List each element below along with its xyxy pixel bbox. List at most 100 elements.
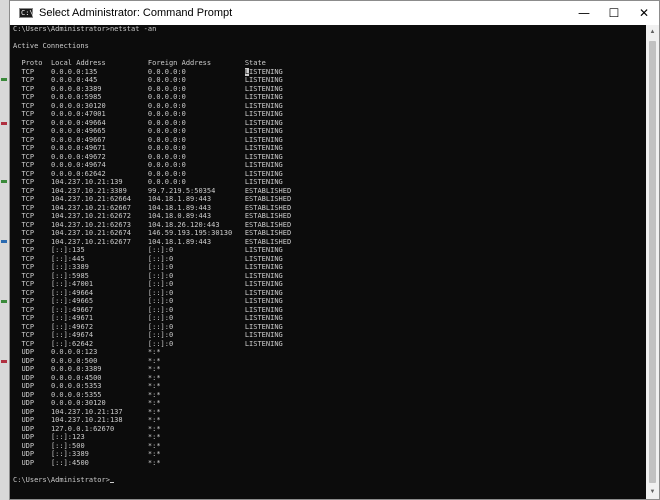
proto-cell: TCP: [21, 186, 51, 195]
app-icon-glyph: C:\: [21, 9, 34, 17]
table-row: TCP [::]:49672 [::]:0 LISTENING: [13, 323, 291, 332]
foreign-address-cell: [::]:0: [147, 314, 245, 322]
table-row: TCP 104.237.10.21:62674 146.59.193.195:3…: [13, 229, 291, 238]
foreign-address-cell: 104.18.0.89:443: [147, 212, 245, 220]
table-row: UDP 0.0.0.0:500 *:*: [13, 357, 291, 366]
vertical-scrollbar[interactable]: ▲ ▼: [646, 25, 659, 499]
state-cell: LISTENING: [244, 101, 283, 110]
proto-cell: UDP: [21, 373, 51, 382]
table-row: TCP 0.0.0.0:30120 0.0.0.0:0 LISTENING: [13, 102, 291, 111]
desktop-fragment: [1, 122, 7, 125]
proto-cell: TCP: [21, 135, 51, 144]
state-cell: LISTENING: [244, 135, 283, 144]
desktop-fragment: [1, 300, 7, 303]
maximize-button[interactable]: ☐: [599, 1, 629, 25]
local-address-cell: [::]:49671: [50, 314, 148, 322]
table-row: TCP 0.0.0.0:445 0.0.0.0:0 LISTENING: [13, 76, 291, 85]
proto-cell: TCP: [21, 178, 51, 186]
proto-cell: TCP: [21, 246, 51, 254]
local-address-cell: [::]:62642: [50, 339, 148, 348]
minimize-button[interactable]: —: [569, 1, 599, 25]
local-address-cell: 0.0.0.0:47001: [50, 110, 148, 118]
state-cell: LISTENING: [244, 314, 283, 322]
proto-cell: UDP: [21, 356, 51, 365]
table-row: TCP [::]:49671 [::]:0 LISTENING: [13, 314, 291, 323]
local-address-cell: 0.0.0.0:49667: [50, 135, 148, 144]
prompt-text: C:\Users\Administrator>: [13, 475, 110, 484]
console-text: C:\Users\Administrator>netstat -an Activ…: [13, 25, 291, 484]
table-row: TCP 0.0.0.0:49664 0.0.0.0:0 LISTENING: [13, 119, 291, 128]
foreign-address-cell: 99.7.219.5:50354: [147, 186, 245, 195]
state-cell: ESTABLISHED: [244, 237, 292, 246]
prompt-text: C:\Users\Administrator>: [13, 25, 110, 33]
command-prompt-icon[interactable]: C:\: [19, 8, 34, 18]
state-cell: LISTENING: [244, 118, 283, 127]
table-row: TCP 104.237.10.21:62667 104.18.1.89:443 …: [13, 204, 291, 213]
foreign-address-cell: *:*: [147, 373, 161, 382]
table-row: TCP [::]:5985 [::]:0 LISTENING: [13, 272, 291, 281]
foreign-address-cell: *:*: [147, 441, 161, 450]
window-controls: — ☐ ✕: [569, 1, 659, 25]
table-row: TCP [::]:445 [::]:0 LISTENING: [13, 255, 291, 264]
state-cell: ESTABLISHED: [244, 212, 292, 220]
proto-cell: TCP: [21, 212, 51, 220]
local-address-cell: [::]:49674: [50, 331, 148, 339]
close-button[interactable]: ✕: [629, 1, 659, 25]
state-cell: LISTENING: [244, 110, 283, 118]
table-row: UDP 0.0.0.0:5353 *:*: [13, 382, 291, 391]
foreign-address-cell: [::]:0: [147, 339, 245, 348]
scrollbar-thumb[interactable]: [649, 41, 656, 483]
local-address-cell: [::]:445: [50, 254, 148, 263]
foreign-address-cell: 0.0.0.0:0: [147, 84, 245, 93]
chevron-down-icon: ▼: [649, 489, 656, 495]
local-address-cell: 104.237.10.21:62664: [50, 195, 148, 203]
window-title: Select Administrator: Command Prompt: [39, 7, 233, 19]
foreign-address-cell: 0.0.0.0:0: [147, 118, 245, 127]
local-address-cell: 0.0.0.0:49672: [50, 152, 148, 161]
foreign-address-cell: [::]:0: [147, 297, 245, 305]
table-row: TCP [::]:49664 [::]:0 LISTENING: [13, 289, 291, 298]
foreign-address-cell: 104.18.1.89:443: [147, 195, 245, 203]
foreign-address-cell: 0.0.0.0:0: [147, 101, 245, 110]
command-prompt-window[interactable]: C:\ Select Administrator: Command Prompt…: [9, 0, 660, 500]
title-bar[interactable]: C:\ Select Administrator: Command Prompt…: [10, 1, 659, 25]
local-address-cell: [::]:49665: [50, 297, 148, 305]
state-cell: LISTENING: [244, 178, 283, 186]
table-row: UDP 0.0.0.0:3389 *:*: [13, 365, 291, 374]
table-row: TCP [::]:47001 [::]:0 LISTENING: [13, 280, 291, 289]
local-address-cell: 104.237.10.21:139: [50, 178, 148, 186]
foreign-address-cell: *:*: [147, 407, 161, 416]
state-cell: LISTENING: [244, 322, 283, 331]
proto-cell: TCP: [21, 110, 51, 118]
local-address-cell: 104.237.10.21:62673: [50, 220, 148, 229]
desktop-fragment: [1, 180, 7, 183]
state-cell: LISTENING: [244, 280, 283, 288]
foreign-address-cell: 0.0.0.0:0: [147, 178, 245, 186]
console-output[interactable]: C:\Users\Administrator>netstat -an Activ…: [10, 25, 646, 499]
chevron-up-icon: ▲: [649, 29, 656, 35]
scroll-down-button[interactable]: ▼: [646, 485, 659, 499]
connections-heading: Active Connections: [13, 42, 291, 51]
local-address-cell: [::]:123: [50, 433, 148, 441]
table-row: TCP 104.237.10.21:139 0.0.0.0:0 LISTENIN…: [13, 178, 291, 187]
col-state: State: [244, 59, 266, 67]
table-row: TCP 0.0.0.0:49665 0.0.0.0:0 LISTENING: [13, 127, 291, 136]
foreign-address-cell: [::]:0: [147, 263, 245, 271]
prompt-line: C:\Users\Administrator>: [13, 476, 291, 485]
local-address-cell: [::]:49672: [50, 322, 148, 331]
state-cell: ESTABLISHED: [244, 203, 292, 212]
foreign-address-cell: 104.18.26.120:443: [147, 220, 245, 229]
table-row: UDP 0.0.0.0:5355 *:*: [13, 391, 291, 400]
table-row: UDP [::]:4500 *:*: [13, 459, 291, 468]
text-cursor: [109, 481, 114, 483]
proto-cell: TCP: [21, 203, 51, 212]
table-row: TCP [::]:3389 [::]:0 LISTENING: [13, 263, 291, 272]
proto-cell: UDP: [21, 399, 51, 407]
foreign-address-cell: *:*: [147, 348, 161, 356]
close-icon: ✕: [638, 6, 650, 20]
foreign-address-cell: 104.18.1.89:443: [147, 237, 245, 246]
scroll-up-button[interactable]: ▲: [646, 25, 659, 39]
proto-cell: UDP: [21, 458, 51, 467]
